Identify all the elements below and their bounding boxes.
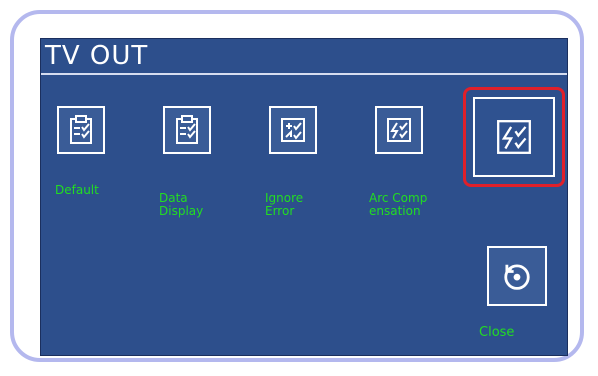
ignore-error-label-line2: Error <box>265 204 295 218</box>
title-bar: TV OUT <box>41 39 567 75</box>
data-display-button[interactable] <box>163 106 211 154</box>
clipboard-check-icon <box>176 115 198 144</box>
window-title: TV OUT <box>45 41 149 71</box>
ignore-error-icon <box>281 118 305 142</box>
data-display-item[interactable]: Data Display <box>159 106 229 226</box>
clipboard-check-icon <box>70 115 92 144</box>
default-item[interactable]: Default <box>55 106 125 216</box>
arc-compensation-label-line2: ensation <box>369 204 421 218</box>
default-label: Default <box>55 183 99 197</box>
default-button[interactable] <box>57 106 105 154</box>
arc-compensation-icon <box>387 118 411 142</box>
arc-compensation-icon <box>497 120 531 154</box>
close-button[interactable] <box>487 246 547 306</box>
arc-compensation-selected-button[interactable] <box>473 97 555 177</box>
tv-out-screen: TV OUT Default Data Display Ignore Error… <box>40 38 568 356</box>
arc-compensation-button[interactable] <box>375 106 423 154</box>
close-label: Close <box>479 325 515 340</box>
arc-compensation-item[interactable]: Arc Comp ensation <box>369 106 453 226</box>
close-item[interactable]: Close <box>477 246 557 350</box>
ignore-error-item[interactable]: Ignore Error <box>265 106 335 226</box>
undo-circle-icon <box>504 264 530 290</box>
data-display-label-line2: Display <box>159 204 204 218</box>
ignore-error-button[interactable] <box>269 106 317 154</box>
